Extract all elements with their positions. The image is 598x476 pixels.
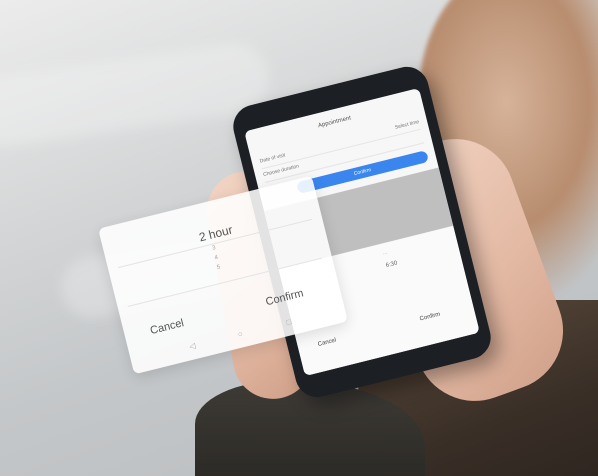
- sheet-option[interactable]: ···: [382, 250, 388, 257]
- sheet-cancel-button[interactable]: Cancel: [317, 338, 337, 348]
- photo-scene: Appointment Date of visit Select time Ch…: [0, 0, 598, 476]
- row-date-value: Select time: [394, 119, 420, 131]
- picker-selected-value[interactable]: 2 hour: [198, 223, 234, 245]
- recents-icon[interactable]: □: [285, 317, 292, 327]
- picker-confirm-button[interactable]: Confirm: [264, 287, 304, 308]
- home-icon[interactable]: ○: [237, 329, 244, 339]
- picker-option[interactable]: 3: [212, 245, 217, 252]
- back-icon[interactable]: ◁: [188, 341, 196, 351]
- picker-cancel-button[interactable]: Cancel: [149, 317, 185, 337]
- background-blur: [0, 39, 274, 151]
- sheet-confirm-button[interactable]: Confirm: [419, 312, 441, 323]
- picker-option[interactable]: 4: [214, 255, 219, 262]
- sheet-selected-value[interactable]: 6:30: [385, 260, 398, 269]
- picker-option[interactable]: 5: [216, 264, 221, 271]
- row-date-label: Date of visit: [259, 152, 287, 165]
